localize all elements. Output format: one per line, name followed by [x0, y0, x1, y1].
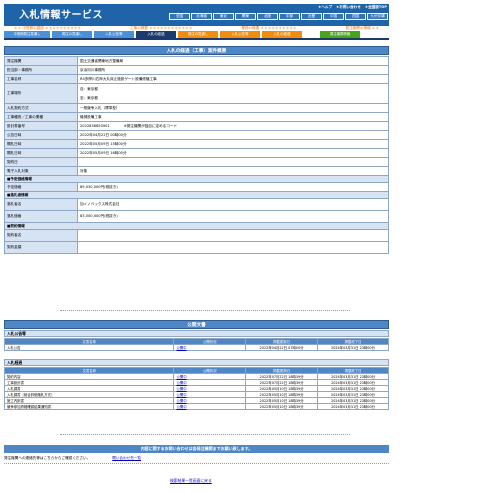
- group-estimated-price: ■予定価格情報: [4, 175, 389, 183]
- design-number-note: ※発注機関が独自に定めるコード: [123, 123, 178, 128]
- region-tab[interactable]: 北陸: [257, 13, 278, 20]
- group-winner: ■落札者情報: [4, 191, 389, 199]
- detail-label: 電子入札対象: [4, 166, 78, 176]
- tab-construction-outlook[interactable]: 発注の見通し: [52, 31, 92, 38]
- detail-label: 落札価格: [4, 210, 78, 223]
- doc-status-link[interactable]: 公開中: [176, 393, 186, 397]
- detail-label: 工事名称: [4, 74, 78, 84]
- design-number: 2022836650901: [80, 123, 110, 128]
- region-tab[interactable]: 九州沖縄: [367, 13, 388, 20]
- detail-label: 予定価格: [4, 182, 78, 192]
- region-tab[interactable]: 関東: [235, 13, 256, 20]
- detail-title: 入札の経過（工事）案件概要: [4, 46, 389, 55]
- region-tab[interactable]: 全国: [169, 13, 190, 20]
- tab-construction-notice[interactable]: 入札公告等: [94, 31, 134, 38]
- tab-underline: [4, 38, 389, 40]
- back-to-results-link[interactable]: 検索結果一覧画面に戻る: [170, 478, 212, 484]
- detail-label: 契約日: [4, 157, 78, 167]
- contact-banner: 内容に関するお問い合わせは各発注機関までお願い致します。: [4, 445, 389, 453]
- detail-value: 国土交通省関東地方整備局: [77, 56, 389, 66]
- location-to: 至：東京都: [80, 95, 98, 100]
- detail-value: 2022年04月22日 00時00分: [77, 130, 389, 140]
- detail-label: 工事場所: [4, 83, 78, 104]
- doc-status: 公開中: [173, 344, 247, 351]
- doc-updated: 2022年05月10日 18時39分: [245, 403, 319, 410]
- contact-list-link[interactable]: 問い合わせ先一覧: [112, 456, 141, 461]
- announce-section-title: 入札公告等: [4, 330, 389, 337]
- estimated-price: 89,030,000円(税抜き): [77, 182, 389, 192]
- tab-service-progress[interactable]: 入札の経過: [262, 31, 302, 38]
- tab-service-outlook[interactable]: 発注の見通し: [178, 31, 218, 38]
- detail-value: 対象: [77, 166, 389, 176]
- doc-status: 公開中: [173, 403, 247, 410]
- doc-status-link[interactable]: 公開中: [176, 381, 186, 385]
- region-tab[interactable]: 中部: [279, 13, 300, 20]
- help-link[interactable]: ★ヘルプ: [318, 5, 332, 10]
- detail-label: 落札者名: [4, 198, 78, 211]
- announce-table: 文書名称 公開状況 掲載更新日 掲載終了日 入札公告 公開中 2022年04月2…: [3, 338, 389, 351]
- progress-section-title: 入札経過: [4, 359, 389, 366]
- divider: [60, 434, 350, 435]
- region-tab[interactable]: 中国: [323, 13, 344, 20]
- detail-label: 設計書番号: [4, 121, 78, 131]
- doc-updated: 2022年04月22日 07時00分: [245, 344, 319, 351]
- top-links: ★ヘルプ ★お問い合わせ ★全国版TOP: [318, 5, 387, 10]
- tab-long-term-outlook[interactable]: 中長期発注見通し: [4, 31, 50, 38]
- winner-price: 83,000,000円(税抜き): [77, 210, 389, 223]
- detail-value: 京浜河川事務所: [77, 65, 389, 75]
- table-row: 競争参加資格確認結果通知書 公開中 2022年05月10日 18時39分 202…: [3, 403, 389, 410]
- region-tab[interactable]: 東北: [213, 13, 234, 20]
- region-tab[interactable]: 近畿: [301, 13, 322, 20]
- detail-label: 契約者名: [4, 229, 78, 242]
- contact-link[interactable]: ★お問い合わせ: [336, 5, 361, 10]
- detail-value: 2022836650901 ※発注機関が独自に定めるコード: [77, 121, 389, 131]
- tab-agency-info[interactable]: 発注機関情報: [320, 31, 360, 38]
- region-tab[interactable]: 北海道: [191, 13, 212, 20]
- doc-status-link[interactable]: 公開中: [176, 387, 186, 391]
- detail-label: 契約金額: [4, 241, 78, 254]
- detail-value: 2022年05月09日 16時00分: [77, 148, 389, 158]
- progress-table: 文書名称 公開状況 掲載更新日 掲載終了日 契約内容 公開中 2022年07月2…: [3, 367, 389, 410]
- group-contract: ■契約情報: [4, 222, 389, 230]
- doc-status-link[interactable]: 公開中: [176, 399, 186, 403]
- public-docs-title: 公開文書: [4, 320, 389, 329]
- table-row: 入札公告 公開中 2022年04月22日 07時00分 2024年03月31日 …: [3, 344, 389, 351]
- detail-label: 開札日時: [4, 148, 78, 158]
- doc-status-link[interactable]: 公開中: [176, 375, 186, 379]
- location-from: 自：東京都: [80, 86, 98, 91]
- detail-label: 開札日時: [4, 139, 78, 149]
- tab-construction-progress[interactable]: 入札の経過: [136, 31, 176, 38]
- detail-label: 発注機関: [4, 56, 78, 66]
- region-nav: 全国 北海道 東北 関東 北陸 中部 近畿 中国 四国 九州沖縄: [169, 13, 388, 20]
- detail-label: 入札契約方式: [4, 103, 78, 113]
- winner-name: 加イノベックス株式会社: [77, 198, 389, 211]
- national-top-link[interactable]: ★全国版TOP: [365, 5, 387, 10]
- detail-value: 一般競争入札（標準型）: [77, 103, 389, 113]
- doc-name: 競争参加資格確認結果通知書: [3, 403, 175, 410]
- contract-name: [77, 229, 389, 242]
- site-header: 入札情報サービス ★ヘルプ ★お問い合わせ ★全国版TOP 全国 北海道 東北 …: [4, 4, 389, 26]
- detail-value: 機械設備工事: [77, 112, 389, 122]
- site-logo[interactable]: 入札情報サービス: [19, 6, 103, 21]
- region-tab[interactable]: 四国: [345, 13, 366, 20]
- doc-end: 2024年03月31日 23時00分: [317, 403, 389, 410]
- doc-name: 入札公告: [3, 344, 175, 351]
- divider: [60, 310, 350, 311]
- detail-value: 自：東京都至：東京都: [77, 83, 389, 104]
- detail-label: 担当部・事務所: [4, 65, 78, 75]
- tab-service-notice[interactable]: 入札公告等: [220, 31, 260, 38]
- detail-label: 工事種別／工事の業種: [4, 112, 78, 122]
- detail-label: 公告日時: [4, 130, 78, 140]
- doc-status-link[interactable]: 公開中: [176, 405, 186, 409]
- contact-text: 発注機関への連絡先等はこちらからご確認ください。: [4, 455, 91, 460]
- doc-status-link[interactable]: 公開中: [176, 346, 186, 350]
- detail-value: 2022年05月09日 15時00分: [77, 139, 389, 149]
- doc-end: 2024年03月31日 23時00分: [317, 344, 389, 351]
- detail-value: R4多摩川右岸大丸床止施設ゲート設備修繕工事: [77, 74, 389, 84]
- main-tabs: 中長期発注見通し 発注の見通し 入札公告等 入札の経過 発注の見通し 入札公告等…: [4, 31, 389, 38]
- detail-value: [77, 157, 389, 167]
- contact-row: 発注機関への連絡先等はこちらからご確認ください。 問い合わせ先一覧: [4, 453, 389, 464]
- detail-table: 発注機関 国土交通省関東地方整備局 担当部・事務所 京浜河川事務所 工事名称 R4多摩…: [4, 56, 389, 254]
- contract-amount: [77, 241, 389, 254]
